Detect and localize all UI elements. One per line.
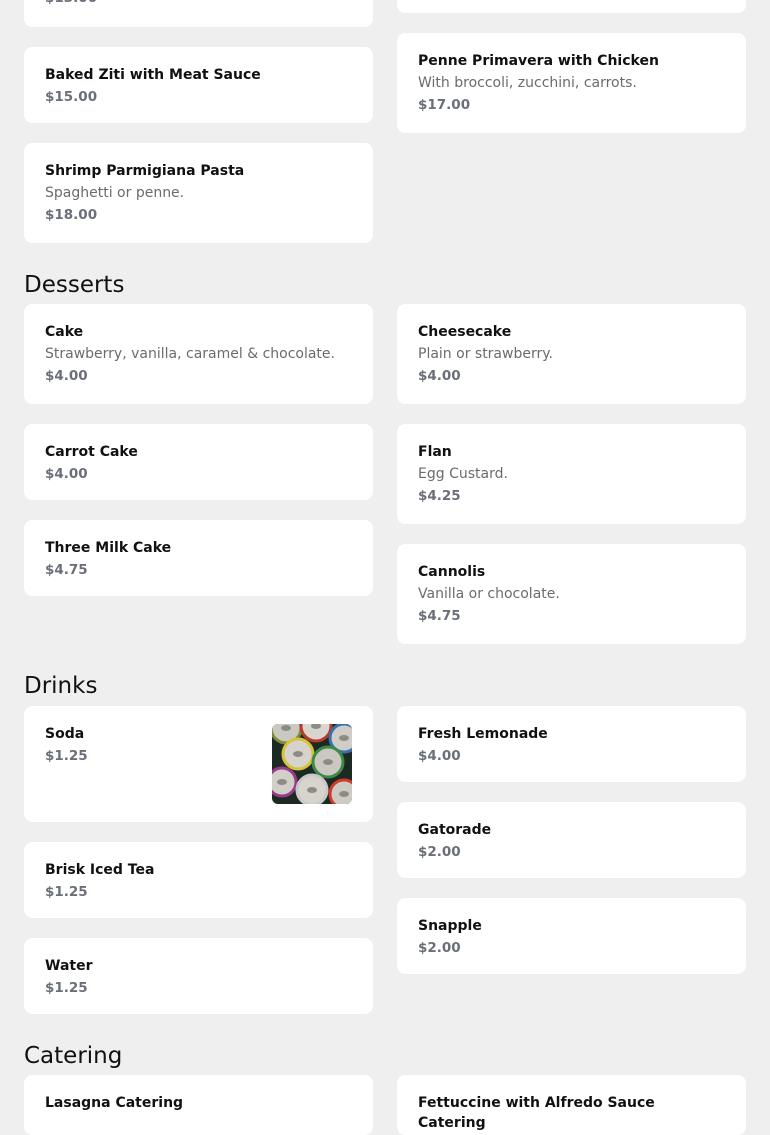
- item-name: Fresh Lemonade: [418, 726, 548, 742]
- item-description: With broccoli, zucchini, carrots.: [418, 75, 637, 91]
- item-price: $1.25: [45, 980, 88, 996]
- item-description: Spaghetti or penne.: [45, 185, 185, 201]
- item-name: Lasagna Catering: [45, 1095, 184, 1111]
- item-price: $4.00: [418, 748, 461, 764]
- item-description: Plain or strawberry.: [418, 346, 553, 362]
- item-name: Cake: [45, 324, 84, 340]
- item-description: Egg Custard.: [418, 466, 508, 482]
- menu-item-card[interactable]: Fresh Lemonade $4.00: [397, 706, 746, 782]
- menu-item-card[interactable]: Penne Primavera with Chicken With brocco…: [397, 33, 746, 133]
- item-name: Fettuccine with Alfredo Sauce Catering: [418, 1095, 655, 1131]
- item-name: Water: [45, 958, 93, 974]
- section-title-catering: Catering: [24, 1043, 123, 1069]
- item-name: Snapple: [418, 918, 482, 934]
- item-price: $4.75: [418, 608, 461, 624]
- menu-item-card[interactable]: Cannolis Vanilla or chocolate. $4.75: [397, 544, 746, 644]
- menu-item-card-partial-right[interactable]: [397, 0, 746, 13]
- menu-item-card[interactable]: Three Milk Cake $4.75: [24, 520, 373, 596]
- menu-item-card[interactable]: Snapple $2.00: [397, 898, 746, 974]
- item-description: Vanilla or chocolate.: [418, 586, 560, 602]
- menu-item-card[interactable]: Gatorade $2.00: [397, 802, 746, 878]
- menu-item-card[interactable]: Shrimp Parmigiana Pasta Spaghetti or pen…: [24, 143, 373, 243]
- item-price: $2.00: [418, 940, 461, 956]
- item-description: Strawberry, vanilla, caramel & chocolate…: [45, 346, 335, 362]
- item-price: $4.75: [45, 562, 88, 578]
- item-price: $4.00: [418, 368, 461, 384]
- menu-item-card[interactable]: Brisk Iced Tea $1.25: [24, 842, 373, 918]
- item-name: Three Milk Cake: [45, 540, 172, 556]
- menu-item-card-partial-left[interactable]: $13.00: [24, 0, 373, 27]
- section-title-desserts: Desserts: [24, 272, 125, 298]
- item-price: $2.00: [418, 844, 461, 860]
- item-name: Carrot Cake: [45, 444, 138, 460]
- item-name: Brisk Iced Tea: [45, 862, 155, 878]
- menu-item-card[interactable]: Carrot Cake $4.00: [24, 424, 373, 500]
- item-name: Shrimp Parmigiana Pasta: [45, 163, 245, 179]
- menu-item-card[interactable]: Water $1.25: [24, 938, 373, 1014]
- menu-item-card[interactable]: Fettuccine with Alfredo Sauce Catering: [397, 1075, 746, 1135]
- item-price: $1.25: [45, 884, 88, 900]
- item-price: $17.00: [418, 97, 471, 113]
- item-price: $4.00: [45, 368, 88, 384]
- menu-item-card[interactable]: Soda $1.25: [24, 706, 373, 822]
- menu-item-card[interactable]: Flan Egg Custard. $4.25: [397, 424, 746, 524]
- item-price: $4.25: [418, 488, 461, 504]
- menu-item-card[interactable]: Baked Ziti with Meat Sauce $15.00: [24, 47, 373, 123]
- menu-item-card[interactable]: Lasagna Catering: [24, 1075, 373, 1135]
- item-name: Flan: [418, 444, 452, 460]
- item-price: $18.00: [45, 207, 98, 223]
- item-name: Baked Ziti with Meat Sauce: [45, 67, 261, 83]
- menu-item-card[interactable]: Cheesecake Plain or strawberry. $4.00: [397, 304, 746, 404]
- item-name: Penne Primavera with Chicken: [418, 53, 659, 69]
- item-price: $13.00: [45, 0, 97, 8]
- item-name: Cheesecake: [418, 324, 512, 340]
- section-title-drinks: Drinks: [24, 673, 98, 699]
- item-name: Cannolis: [418, 564, 486, 580]
- item-price: $15.00: [45, 89, 98, 105]
- soda-cans-image: [272, 724, 352, 804]
- item-price: $4.00: [45, 466, 88, 482]
- item-name: Gatorade: [418, 822, 492, 838]
- menu-item-card[interactable]: Cake Strawberry, vanilla, caramel & choc…: [24, 304, 373, 404]
